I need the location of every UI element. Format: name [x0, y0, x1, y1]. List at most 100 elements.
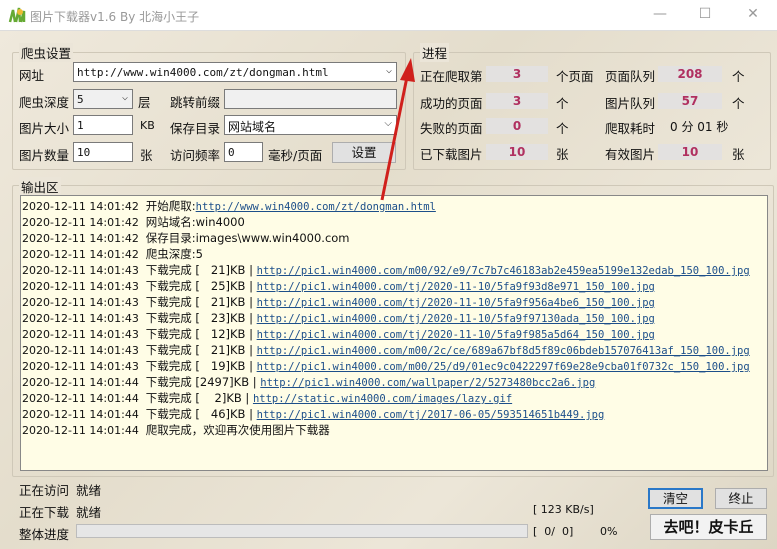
log-timestamp: 2020-12-11 14:01:43 [22, 328, 139, 341]
title-bar: 图片下载器v1.6 By 北海小王子 — ☐ ✕ [0, 0, 777, 31]
log-link[interactable]: http://pic1.win4000.com/tj/2020-11-10/5f… [257, 329, 655, 341]
log-message: 开始爬取: [145, 199, 196, 213]
savedir-value: 网站域名 [228, 120, 277, 134]
close-button[interactable]: ✕ [738, 6, 768, 22]
log-link[interactable]: http://static.win4000.com/images/lazy.gi… [253, 393, 512, 405]
log-line: 2020-12-11 14:01:44 下载完成 [ 46]KB | http:… [22, 406, 767, 422]
speed-readout: [ 123 KB/s] [533, 503, 594, 516]
log-timestamp: 2020-12-11 14:01:43 [22, 280, 139, 293]
progress-count: [ 0/ 0] [533, 525, 574, 538]
output-log[interactable]: 2020-12-11 14:01:42 开始爬取:http://www.win4… [20, 195, 768, 471]
valid-unit: 张 [732, 147, 745, 162]
log-timestamp: 2020-12-11 14:01:43 [22, 312, 139, 325]
log-line: 2020-12-11 14:01:43 下载完成 [ 19]KB | http:… [22, 358, 767, 374]
prefix-label: 跳转前缀 [170, 95, 221, 110]
log-timestamp: 2020-12-11 14:01:42 [22, 200, 139, 213]
output-label: 输出区 [19, 177, 61, 196]
size-label: 图片大小 [19, 121, 70, 136]
log-timestamp: 2020-12-11 14:01:44 [22, 408, 139, 421]
log-timestamp: 2020-12-11 14:01:44 [22, 376, 139, 389]
elapsed-label: 爬取耗时 [605, 121, 656, 136]
log-line: 2020-12-11 14:01:43 下载完成 [ 21]KB | http:… [22, 294, 767, 310]
crawling-value: 3 [486, 66, 548, 82]
maximize-button[interactable]: ☐ [690, 6, 720, 22]
page-queue-unit: 个 [732, 69, 745, 84]
freq-label: 访问频率 [170, 148, 221, 163]
depth-unit: 层 [138, 95, 151, 110]
failed-value: 0 [486, 118, 548, 134]
settings-group-label: 爬虫设置 [19, 43, 74, 62]
depth-value: 5 [77, 93, 84, 106]
log-line: 2020-12-11 14:01:43 下载完成 [ 21]KB | http:… [22, 262, 767, 278]
log-message: 下载完成 [ 21]KB | [145, 343, 257, 357]
image-queue-value: 57 [658, 93, 722, 109]
progress-percent: 0% [600, 525, 618, 538]
log-link[interactable]: http://pic1.win4000.com/tj/2020-11-10/5f… [257, 297, 655, 309]
log-link[interactable]: http://pic1.win4000.com/m00/25/d9/01ec9c… [257, 361, 750, 373]
page-queue-value: 208 [658, 66, 722, 82]
log-line: 2020-12-11 14:01:44 爬取完成，欢迎再次使用图片下载器 [22, 422, 767, 438]
valid-value: 10 [658, 144, 722, 160]
size-unit: KB [140, 119, 155, 132]
success-value: 3 [486, 93, 548, 109]
log-line: 2020-12-11 14:01:43 下载完成 [ 23]KB | http:… [22, 310, 767, 326]
visiting-label: 正在访问 [19, 483, 70, 498]
count-unit: 张 [140, 148, 153, 163]
depth-select[interactable]: 5 ⌵ [73, 89, 133, 109]
log-link[interactable]: http://pic1.win4000.com/m00/92/e9/7c7b7c… [257, 265, 750, 277]
minimize-button[interactable]: — [645, 6, 675, 22]
depth-label: 爬虫深度 [19, 95, 70, 110]
url-label: 网址 [19, 68, 45, 83]
log-timestamp: 2020-12-11 14:01:44 [22, 424, 139, 437]
url-combobox[interactable]: http://www.win4000.com/zt/dongman.html ⌵ [73, 62, 397, 82]
crawling-unit: 个页面 [556, 69, 594, 84]
downloaded-value: 10 [486, 144, 548, 160]
go-pikachu-button[interactable]: 去吧！皮卡丘 [650, 514, 767, 540]
log-link[interactable]: http://pic1.win4000.com/m00/2c/ce/689a67… [257, 345, 750, 357]
log-timestamp: 2020-12-11 14:01:42 [22, 216, 139, 229]
overall-label: 整体进度 [19, 527, 70, 542]
failed-unit: 个 [556, 121, 569, 136]
stop-button[interactable]: 终止 [715, 488, 767, 509]
chevron-down-icon: ⌵ [121, 92, 128, 103]
log-message: 下载完成 [ 25]KB | [145, 279, 257, 293]
overall-progress-bar [76, 524, 528, 538]
downloaded-unit: 张 [556, 147, 569, 162]
log-message: 爬虫深度:5 [145, 247, 203, 261]
log-timestamp: 2020-12-11 14:01:43 [22, 296, 139, 309]
log-timestamp: 2020-12-11 14:01:42 [22, 248, 139, 261]
log-message: 网站域名:win4000 [145, 215, 245, 229]
log-timestamp: 2020-12-11 14:01:42 [22, 232, 139, 245]
freq-unit: 毫秒/页面 [268, 148, 323, 163]
log-message: 下载完成 [ 12]KB | [145, 327, 257, 341]
log-message: 保存目录:images\www.win4000.com [145, 231, 350, 245]
log-line: 2020-12-11 14:01:43 下载完成 [ 25]KB | http:… [22, 278, 767, 294]
log-link[interactable]: http://pic1.win4000.com/tj/2020-11-10/5f… [257, 313, 655, 325]
log-line: 2020-12-11 14:01:43 下载完成 [ 21]KB | http:… [22, 342, 767, 358]
log-message: 下载完成 [ 19]KB | [145, 359, 257, 373]
count-label: 图片数量 [19, 148, 70, 163]
log-line: 2020-12-11 14:01:42 网站域名:win4000 [22, 214, 767, 230]
downloading-label: 正在下载 [19, 505, 70, 520]
downloading-value: 就绪 [76, 505, 102, 520]
window-title: 图片下载器v1.6 By 北海小王子 [30, 10, 200, 24]
log-message: 爬取完成，欢迎再次使用图片下载器 [145, 423, 330, 437]
page-queue-label: 页面队列 [605, 69, 656, 84]
log-timestamp: 2020-12-11 14:01:43 [22, 360, 139, 373]
clear-button[interactable]: 清空 [648, 488, 703, 509]
log-line: 2020-12-11 14:01:44 下载完成 [2497]KB | http… [22, 374, 767, 390]
size-input[interactable]: 1 [73, 115, 133, 135]
log-link[interactable]: http://pic1.win4000.com/tj/2020-11-10/5f… [257, 281, 655, 293]
count-input[interactable]: 10 [73, 142, 133, 162]
elapsed-value: 0 分 01 秒 [670, 120, 729, 134]
log-line: 2020-12-11 14:01:42 保存目录:images\www.win4… [22, 230, 767, 246]
freq-input[interactable]: 0 [224, 142, 263, 162]
log-message: 下载完成 [ 21]KB | [145, 295, 257, 309]
log-message: 下载完成 [ 46]KB | [145, 407, 257, 421]
log-timestamp: 2020-12-11 14:01:44 [22, 392, 139, 405]
log-link[interactable]: http://pic1.win4000.com/wallpaper/2/5273… [260, 377, 595, 389]
log-message: 下载完成 [ 23]KB | [145, 311, 257, 325]
log-link[interactable]: http://pic1.win4000.com/tj/2017-06-05/59… [257, 409, 605, 421]
log-line: 2020-12-11 14:01:42 爬虫深度:5 [22, 246, 767, 262]
app-logo-icon [8, 7, 26, 23]
